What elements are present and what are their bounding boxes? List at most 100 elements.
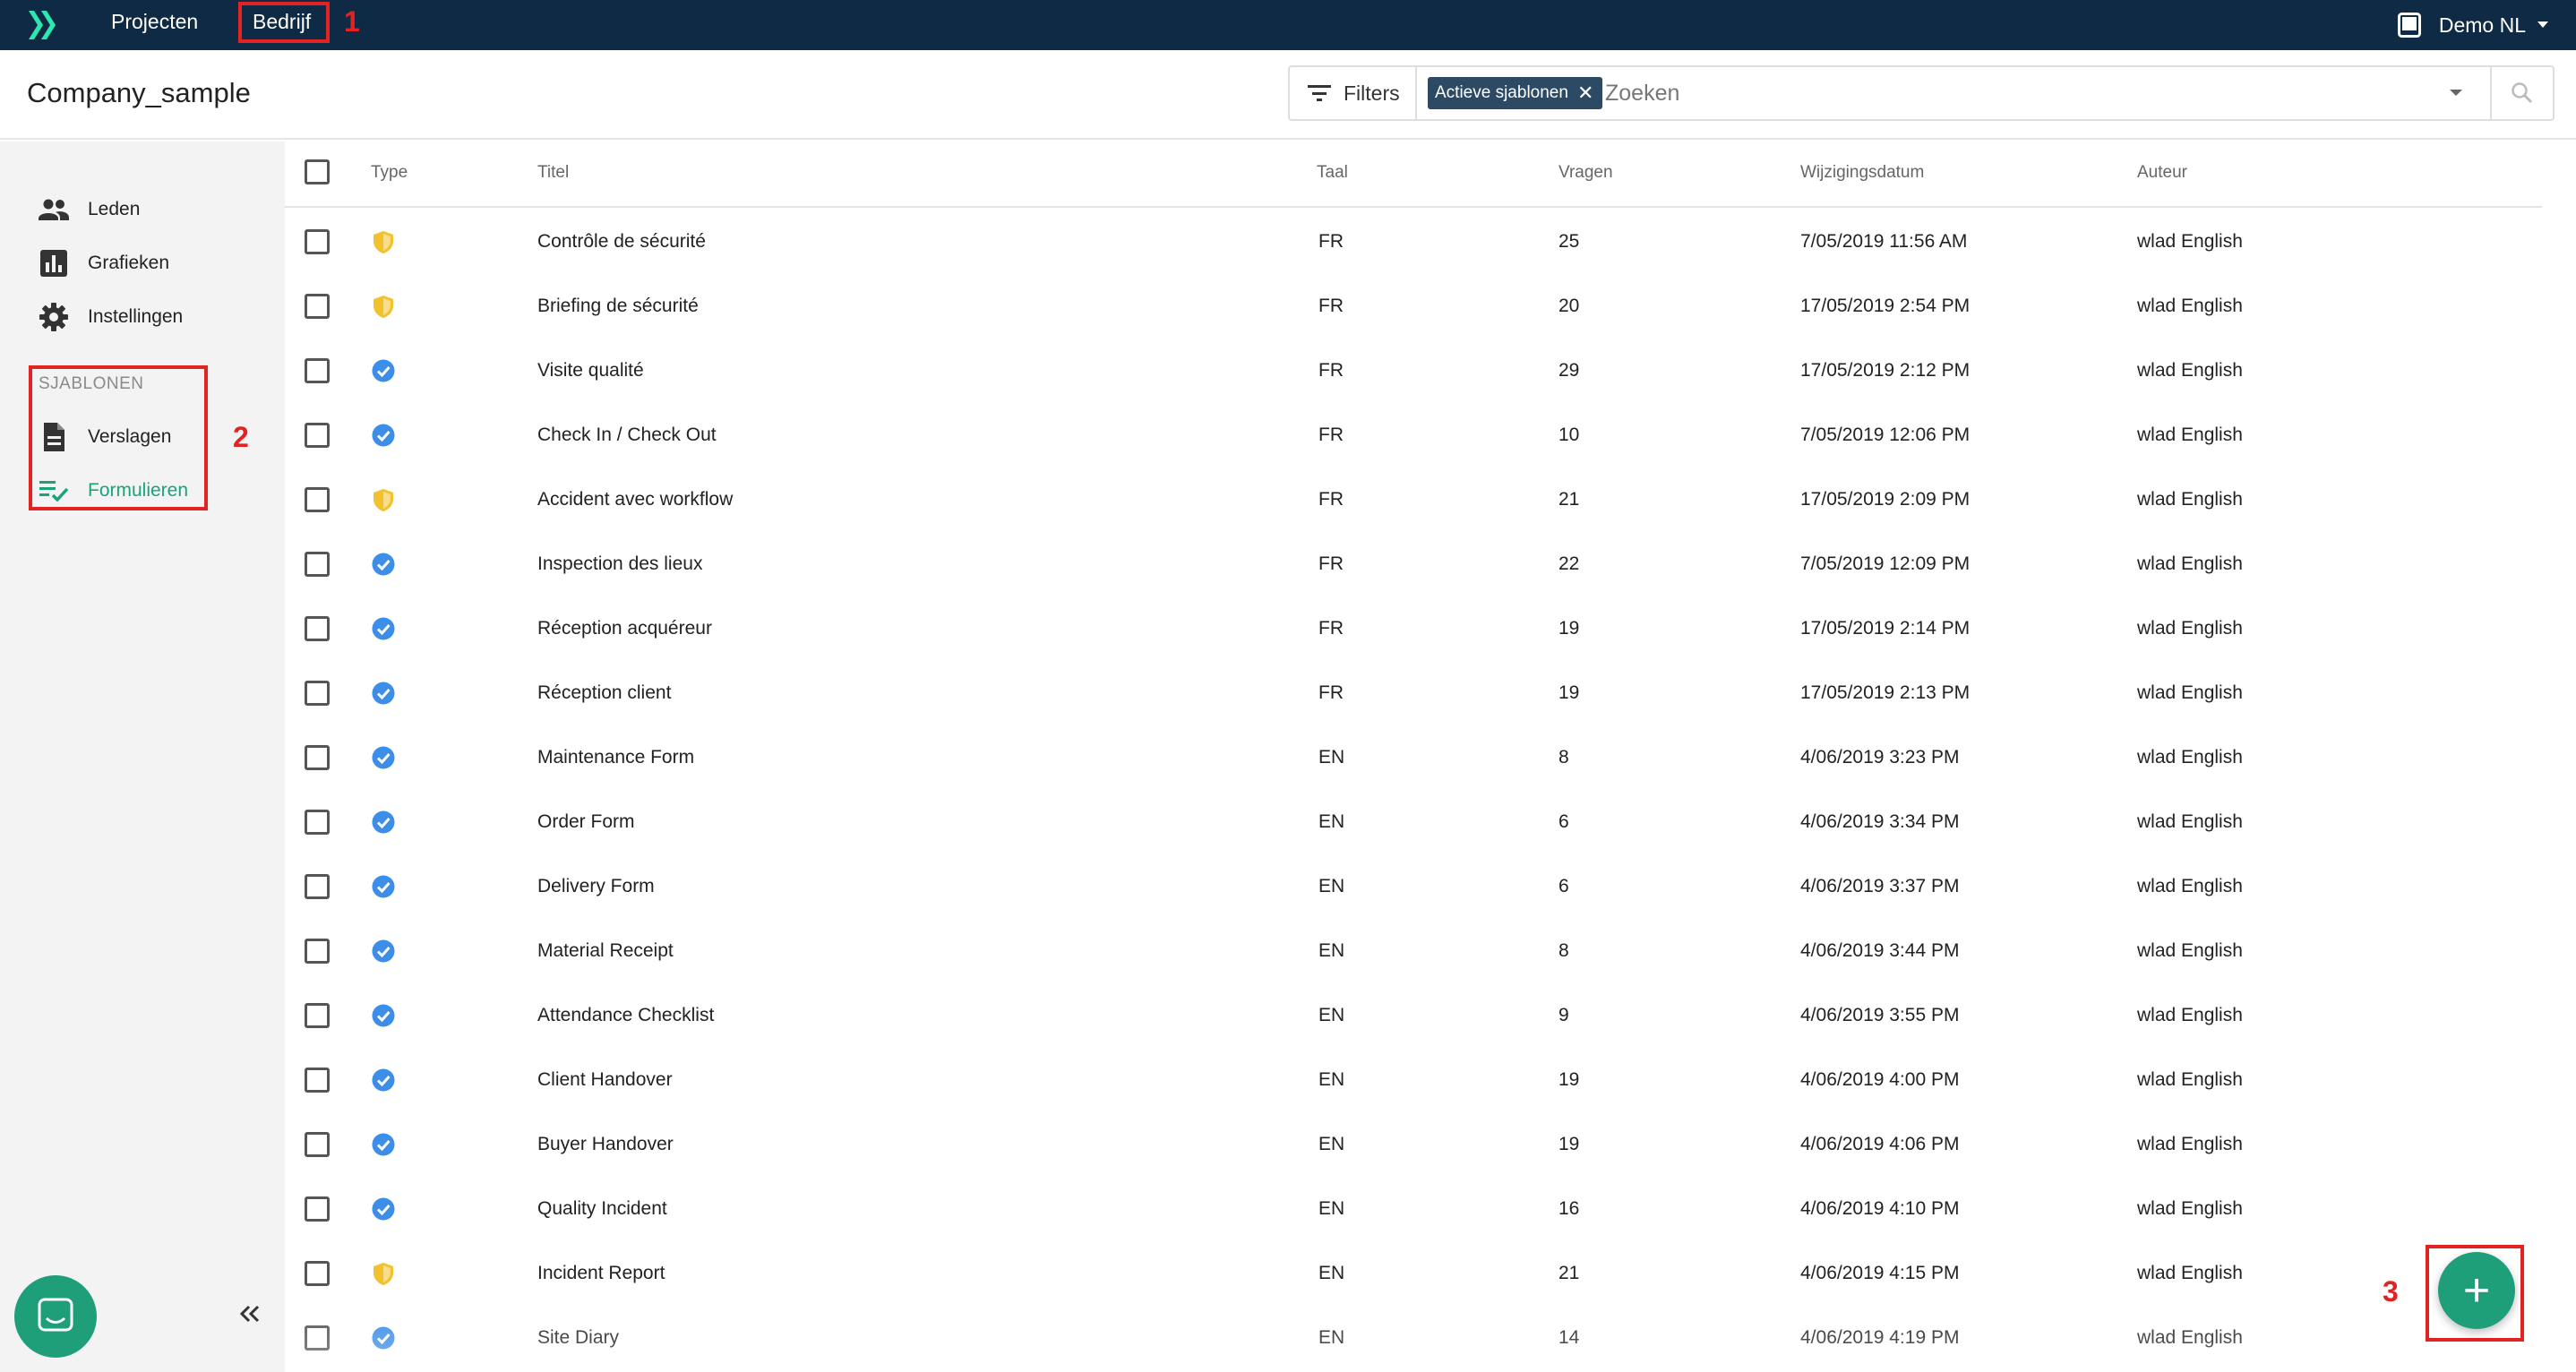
cell-author: wlad English — [2137, 1134, 2243, 1154]
verified-badge-icon — [372, 1068, 395, 1092]
table-row[interactable]: Réception acquéreur FR 19 17/05/2019 2:14 P… — [285, 596, 2542, 661]
row-checkbox[interactable] — [305, 229, 330, 254]
column-header-taal[interactable]: Taal — [1317, 163, 1348, 183]
column-header-wijzigingsdatum[interactable]: Wijzigingsdatum — [1800, 163, 1924, 183]
cell-title[interactable]: Contrôle de sécurité — [537, 231, 706, 253]
gear-icon — [39, 303, 68, 331]
cell-title[interactable]: Réception acquéreur — [537, 618, 712, 639]
cell-title[interactable]: Accident avec workflow — [537, 489, 733, 510]
cell-title[interactable]: Visite qualité — [537, 360, 644, 382]
cell-title[interactable]: Quality Incident — [537, 1198, 667, 1220]
cell-author: wlad English — [2137, 231, 2243, 252]
cell-language: EN — [1318, 1134, 1345, 1154]
page-title: Company_sample — [27, 77, 251, 108]
collapse-sidebar-icon[interactable] — [235, 1299, 265, 1329]
row-checkbox[interactable] — [305, 1325, 330, 1351]
row-checkbox[interactable] — [305, 552, 330, 577]
table-row[interactable]: Delivery Form EN 6 4/06/2019 3:37 PM wlad En… — [285, 854, 2542, 919]
cell-questions: 19 — [1558, 682, 1580, 703]
nav-projecten[interactable]: Projecten — [111, 0, 198, 50]
cell-questions: 16 — [1558, 1198, 1580, 1219]
row-checkbox[interactable] — [305, 1261, 330, 1286]
sidebar: Leden Grafieken Instellingen SJABLONEN V… — [0, 141, 285, 1372]
column-header-type[interactable]: Type — [371, 163, 408, 183]
column-header-titel[interactable]: Titel — [537, 163, 569, 183]
cell-title[interactable]: Check In / Check Out — [537, 424, 717, 446]
cell-title[interactable]: Material Receipt — [537, 940, 674, 962]
row-checkbox[interactable] — [305, 1132, 330, 1157]
row-checkbox[interactable] — [305, 423, 330, 448]
cell-modified-date: 7/05/2019 12:06 PM — [1800, 424, 1971, 445]
row-checkbox[interactable] — [305, 1196, 330, 1222]
cell-author: wlad English — [2137, 747, 2243, 767]
close-icon[interactable]: ✕ — [1577, 83, 1593, 103]
table-row[interactable]: Site Diary EN 14 4/06/2019 4:19 PM wlad Engl… — [285, 1306, 2542, 1370]
cell-title[interactable]: Incident Report — [537, 1263, 665, 1284]
shield-icon — [374, 1263, 393, 1285]
cell-author: wlad English — [2137, 1069, 2243, 1090]
row-checkbox[interactable] — [305, 294, 330, 319]
cell-title[interactable]: Buyer Handover — [537, 1134, 674, 1155]
filter-chip-active-templates: Actieve sjablonen ✕ — [1428, 77, 1603, 109]
row-checkbox[interactable] — [305, 487, 330, 512]
column-header-vragen[interactable]: Vragen — [1558, 163, 1613, 183]
cell-title[interactable]: Attendance Checklist — [537, 1005, 714, 1026]
logo-icon[interactable] — [25, 5, 61, 45]
cell-modified-date: 4/06/2019 3:37 PM — [1800, 876, 1960, 896]
select-all-checkbox[interactable] — [305, 159, 330, 184]
row-checkbox[interactable] — [305, 616, 330, 641]
cell-title[interactable]: Site Diary — [537, 1327, 619, 1349]
cell-title[interactable]: Inspection des lieux — [537, 553, 702, 575]
cell-modified-date: 4/06/2019 4:06 PM — [1800, 1134, 1960, 1154]
cell-author: wlad English — [2137, 811, 2243, 832]
table-row[interactable]: Incident Report EN 21 4/06/2019 4:15 PM wlad… — [285, 1241, 2542, 1306]
table-row[interactable]: Réception client FR 19 17/05/2019 2:13 PM wl… — [285, 661, 2542, 725]
cell-title[interactable]: Réception client — [537, 682, 671, 704]
row-checkbox[interactable] — [305, 358, 330, 383]
table-row[interactable]: Quality Incident EN 16 4/06/2019 4:10 PM wla… — [285, 1177, 2542, 1241]
cell-language: FR — [1318, 682, 1344, 703]
cell-language: EN — [1318, 1005, 1345, 1025]
filters-button[interactable]: Filters — [1290, 67, 1417, 119]
sidebar-item-instellingen[interactable]: Instellingen — [38, 299, 183, 335]
cell-questions: 19 — [1558, 618, 1580, 639]
table-row[interactable]: Material Receipt EN 8 4/06/2019 3:44 PM wlad… — [285, 919, 2542, 983]
annotation-box-1 — [238, 2, 330, 43]
table-row[interactable]: Accident avec workflow FR 21 17/05/2019 2:0… — [285, 467, 2542, 532]
row-checkbox[interactable] — [305, 745, 330, 770]
table-row[interactable]: Check In / Check Out FR 10 7/05/2019 12:06 … — [285, 403, 2542, 467]
search-input[interactable] — [1605, 73, 2411, 114]
table-row[interactable]: Briefing de sécurité FR 20 17/05/2019 2:54 … — [285, 274, 2542, 339]
table-row[interactable]: Order Form EN 6 4/06/2019 3:34 PM wlad Engli… — [285, 790, 2542, 854]
row-checkbox[interactable] — [305, 874, 330, 899]
user-menu[interactable]: Demo NL — [2397, 0, 2549, 50]
table-row[interactable]: Maintenance Form EN 8 4/06/2019 3:23 PM wlad… — [285, 725, 2542, 790]
cell-title[interactable]: Maintenance Form — [537, 747, 694, 768]
row-checkbox[interactable] — [305, 1068, 330, 1093]
table-row[interactable]: Visite qualité FR 29 17/05/2019 2:12 PM wlad… — [285, 339, 2542, 403]
cell-language: FR — [1318, 618, 1344, 639]
row-checkbox[interactable] — [305, 939, 330, 964]
cell-title[interactable]: Client Handover — [537, 1069, 673, 1091]
cell-questions: 9 — [1558, 1005, 1569, 1025]
table-row[interactable]: Client Handover EN 19 4/06/2019 4:00 PM wlad… — [285, 1048, 2542, 1112]
row-checkbox[interactable] — [305, 681, 330, 706]
verified-badge-icon — [372, 810, 395, 834]
chevron-down-icon[interactable] — [2449, 89, 2463, 98]
sidebar-item-grafieken[interactable]: Grafieken — [38, 245, 169, 281]
table-row[interactable]: Buyer Handover EN 19 4/06/2019 4:06 PM wlad … — [285, 1112, 2542, 1177]
column-header-auteur[interactable]: Auteur — [2137, 163, 2187, 183]
search-button[interactable] — [2490, 67, 2553, 119]
row-checkbox[interactable] — [305, 810, 330, 835]
table-row[interactable]: Attendance Checklist EN 9 4/06/2019 3:55 PM… — [285, 983, 2542, 1048]
search-bar: Filters Actieve sjablonen ✕ — [1288, 65, 2555, 121]
cell-title[interactable]: Briefing de sécurité — [537, 296, 699, 317]
add-template-button[interactable]: + — [2438, 1252, 2515, 1329]
table-row[interactable]: Inspection des lieux FR 22 7/05/2019 12:09 … — [285, 532, 2542, 596]
table-row[interactable]: Contrôle de sécurité FR 25 7/05/2019 11:56 … — [285, 210, 2542, 274]
cell-title[interactable]: Delivery Form — [537, 876, 655, 897]
sidebar-item-leden[interactable]: Leden — [38, 192, 140, 227]
row-checkbox[interactable] — [305, 1003, 330, 1028]
cell-title[interactable]: Order Form — [537, 811, 635, 833]
chat-button[interactable] — [14, 1275, 97, 1358]
